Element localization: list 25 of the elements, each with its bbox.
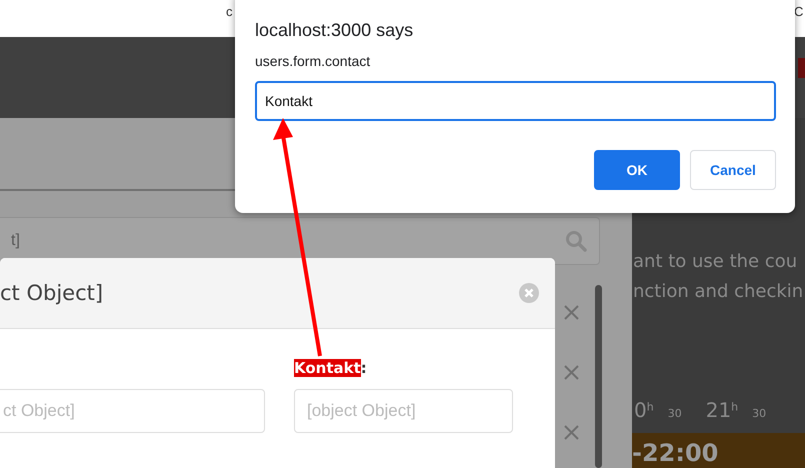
tab-title: c: [226, 4, 232, 19]
field-label: Kontakt:: [294, 359, 367, 377]
close-icon[interactable]: [564, 365, 579, 380]
search-icon[interactable]: [565, 230, 587, 252]
event-bar[interactable]: -22:00: [632, 433, 805, 468]
event-time: -22:00: [632, 439, 718, 467]
tab-title: C: [794, 4, 804, 19]
input-field[interactable]: Kontakt: [255, 81, 776, 121]
scrollbar[interactable]: [595, 285, 602, 468]
input-field[interactable]: [object Object]: [294, 389, 513, 433]
header-badge: [798, 58, 805, 78]
notice-text: nction and checkin: [633, 280, 804, 304]
alert-title: localhost:3000 says: [255, 20, 414, 41]
alert-message: users.form.contact: [255, 53, 370, 69]
close-icon[interactable]: [564, 305, 579, 320]
time-label: 0$^{h}$ 30: [634, 398, 682, 422]
close-icon[interactable]: [564, 425, 579, 440]
notice-text: ant to use the cou: [633, 250, 798, 274]
cancel-button[interactable]: Cancel: [690, 150, 776, 190]
input-field[interactable]: ct Object]: [0, 389, 265, 433]
time-label: 21$^{h}$ 30: [706, 398, 766, 422]
ok-button[interactable]: OK: [594, 150, 680, 190]
modal-title: ct Object]: [0, 281, 104, 305]
close-icon[interactable]: [519, 283, 539, 303]
search-input[interactable]: t]: [9, 231, 565, 251]
